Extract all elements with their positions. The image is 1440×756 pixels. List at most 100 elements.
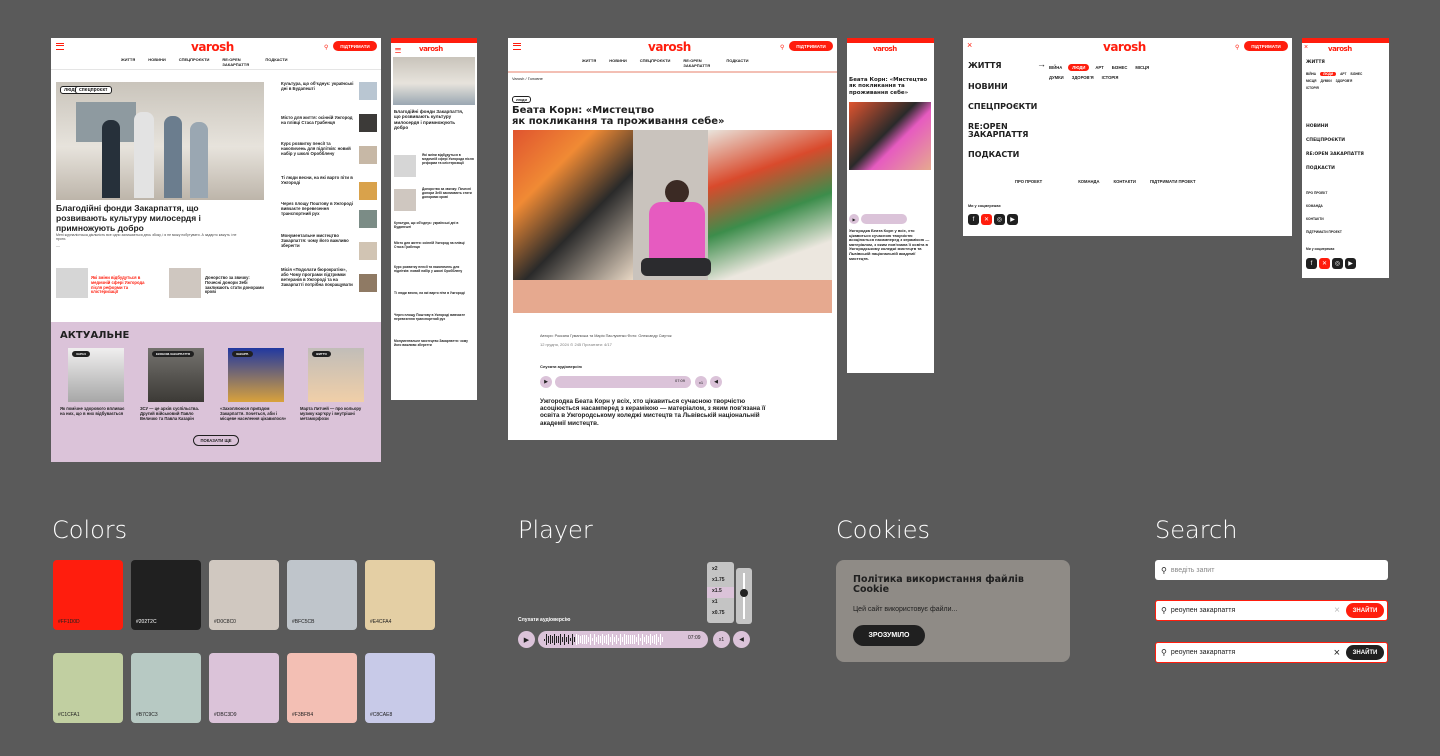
play-button[interactable]: ▶ — [540, 376, 552, 388]
nav-item[interactable]: НОВИНИ — [609, 58, 627, 68]
submenu-item[interactable]: ЗДОРОВ'Я — [1070, 74, 1096, 81]
breadcrumb[interactable]: Varosh / Головне — [512, 76, 543, 82]
search-field-empty[interactable]: ⚲ введіть запит — [1155, 560, 1388, 580]
actual-tag[interactable]: ЗАРАЗ — [72, 351, 90, 357]
audio-waveform[interactable] — [555, 376, 691, 388]
side-news-thumb[interactable] — [359, 274, 377, 292]
x-icon[interactable]: ✕ — [1319, 258, 1330, 269]
submenu-item[interactable]: БІЗНЕС — [1110, 64, 1130, 71]
play-button[interactable]: ▶ — [849, 214, 859, 224]
hero-tag[interactable]: спецпроєкт — [75, 86, 112, 94]
mobile-list-item[interactable]: Культура, що об'єднує: українські дні в … — [394, 221, 474, 241]
hero-title[interactable]: Благодійні фонди Закарпаття, що розвиваю… — [394, 109, 464, 130]
side-news-item[interactable]: Курс розвитку пенсії та накопичень для п… — [281, 141, 355, 176]
side-news-thumb[interactable] — [359, 210, 377, 228]
volume-handle[interactable] — [740, 589, 748, 597]
search-field-filled-hover[interactable]: ⚲ реоупен закарпаття × ЗНАЙТИ — [1155, 642, 1388, 663]
menu-item[interactable]: ЖИТТЯ — [1306, 60, 1325, 65]
nav-item[interactable]: НОВИНИ — [148, 57, 166, 67]
nav-item[interactable]: ПОДКАСТИ — [265, 57, 287, 67]
article-image[interactable] — [513, 130, 832, 313]
footer-link[interactable]: КОНТАКТИ — [1306, 213, 1342, 226]
menu-item[interactable]: НОВИНИ — [1306, 124, 1328, 129]
submenu-item[interactable]: ІСТОРІЯ — [1306, 86, 1319, 90]
speed-option[interactable]: x2 — [707, 565, 734, 576]
search-icon[interactable]: ⚲ — [1235, 44, 1239, 51]
footer-link[interactable]: ПІДТРИМАТИ ПРОЕКТ — [1150, 179, 1196, 184]
menu-icon[interactable] — [395, 48, 401, 53]
youtube-icon[interactable]: ▶ — [1345, 258, 1356, 269]
footer-link[interactable]: КОМАНДА — [1306, 200, 1342, 213]
article-tag[interactable]: люди — [512, 96, 531, 103]
side-news-item[interactable]: Місто для життя: осінній Ужгород на плів… — [281, 115, 355, 142]
play-button[interactable]: ▶ — [518, 631, 535, 648]
instagram-icon[interactable]: ◎ — [994, 214, 1005, 225]
volume-button[interactable]: ◀ — [733, 631, 750, 648]
speed-button[interactable]: x1 — [695, 376, 707, 388]
hero-image[interactable] — [393, 57, 475, 105]
nav-item[interactable]: СПЕЦПРОЄКТИ — [640, 58, 671, 68]
speed-option[interactable]: x1 — [707, 598, 734, 609]
logo[interactable]: varosh — [1328, 45, 1352, 53]
mobile-list-item[interactable]: Ті люди весни, на які варто піти в Ужгор… — [394, 291, 474, 313]
instagram-icon[interactable]: ◎ — [1332, 258, 1343, 269]
submenu-item[interactable]: ДУМКИ — [1047, 74, 1066, 81]
side-news-thumb[interactable] — [359, 182, 377, 200]
menu-item[interactable]: RE:OPEN ЗАКАРПАТТЯ — [968, 123, 1028, 139]
audio-waveform[interactable] — [861, 214, 907, 224]
side-news-item[interactable]: Монументальне мистецтво Закарпаття: чому… — [281, 233, 355, 268]
submenu-item[interactable]: ЛЮДИ — [1320, 72, 1337, 76]
facebook-icon[interactable]: f — [968, 214, 979, 225]
menu-item[interactable]: RE:OPEN ЗАКАРПАТТЯ — [1306, 152, 1364, 157]
submenu-item[interactable]: МІСЦЯ — [1133, 64, 1151, 71]
speed-option[interactable]: x1.5 — [707, 587, 734, 598]
speed-option[interactable]: x0.75 — [707, 609, 734, 620]
mobile-list-item[interactable]: Через площу Поштову в Ужгороді вивчаєте … — [394, 313, 474, 339]
logo[interactable]: varosh — [873, 45, 897, 53]
footer-link[interactable]: ПІДТРИМАТИ ПРОЕКТ — [1306, 226, 1342, 239]
actual-tag[interactable]: ЖИТТЯ — [312, 351, 331, 357]
side-news-item[interactable]: Ті люди весни, на які варто піти в Ужгор… — [281, 175, 355, 202]
show-more-button[interactable]: ПОКАЗАТИ ЩЕ — [193, 435, 239, 446]
mid-news-thumb[interactable] — [169, 268, 201, 298]
volume-slider[interactable] — [736, 568, 752, 624]
nav-item[interactable]: ЖИТТЯ — [121, 57, 135, 67]
clear-icon[interactable]: × — [1334, 605, 1340, 616]
actual-item-title[interactable]: Як помічне здорового впливає на них, що … — [60, 406, 130, 417]
search-button[interactable]: ЗНАЙТИ — [1346, 603, 1384, 618]
mid-news-thumb[interactable] — [56, 268, 88, 298]
mobile-list-item[interactable]: Курс розвитку пенсії та накопичень для п… — [394, 265, 474, 291]
mobile-thumb[interactable] — [394, 189, 416, 211]
speed-option[interactable]: x1.75 — [707, 576, 734, 587]
nav-item[interactable]: RE:OPEN ЗАКАРПАТТЯ — [683, 58, 713, 68]
side-news-item[interactable]: Через площу Поштову в Ужгороді вивчаєте … — [281, 201, 355, 234]
menu-item[interactable]: НОВИНИ — [968, 82, 1008, 91]
menu-item[interactable]: ЖИТТЯ — [968, 61, 1002, 70]
search-field-filled[interactable]: ⚲ реоупен закарпаття × ЗНАЙТИ — [1155, 600, 1388, 621]
menu-item[interactable]: СПЕЦПРОЄКТИ — [968, 102, 1037, 111]
submenu-item[interactable]: ВІЙНА — [1047, 64, 1064, 71]
actual-item-title[interactable]: ЗСУ — це архів суспільства. Другий війсь… — [140, 406, 210, 421]
side-news-thumb[interactable] — [359, 82, 377, 100]
nav-item[interactable]: СПЕЦПРОЄКТИ — [179, 57, 210, 67]
footer-link[interactable]: ПРО ПРОЕКТ — [1306, 187, 1342, 200]
footer-link[interactable]: КОНТАКТИ — [1114, 179, 1136, 184]
mobile-thumb[interactable] — [394, 155, 416, 177]
logo[interactable]: varosh — [648, 40, 691, 54]
support-button[interactable]: ПІДТРИМАТИ — [789, 41, 833, 51]
nav-item[interactable]: RE:OPEN ЗАКАРПАТТЯ — [222, 57, 252, 67]
side-news-thumb[interactable] — [359, 114, 377, 132]
youtube-icon[interactable]: ▶ — [1007, 214, 1018, 225]
menu-icon[interactable] — [513, 43, 521, 50]
submenu-item[interactable]: МІСЦЯ — [1306, 79, 1316, 83]
search-icon[interactable]: ⚲ — [780, 44, 784, 51]
actual-item-title[interactable]: Марта Литчей — про кольору музику карʼєр… — [300, 406, 370, 421]
actual-tag[interactable]: ЗАКАРП. — [232, 351, 254, 357]
actual-item-title[interactable]: «Захоплююся приїздом Закарпаття. Хочетьс… — [220, 406, 290, 421]
mid-news-title[interactable]: Донорство за звичку: Почесні донори Зебі… — [205, 275, 265, 295]
cookie-accept-button[interactable]: ЗРОЗУМІЛО — [853, 625, 925, 646]
menu-item[interactable]: ПОДКАСТИ — [1306, 166, 1335, 171]
speed-button[interactable]: x1 — [713, 631, 730, 648]
clear-icon[interactable]: × — [1334, 647, 1340, 659]
hero-title[interactable]: Благодійні фонди Закарпаття, що розвиваю… — [56, 203, 246, 233]
